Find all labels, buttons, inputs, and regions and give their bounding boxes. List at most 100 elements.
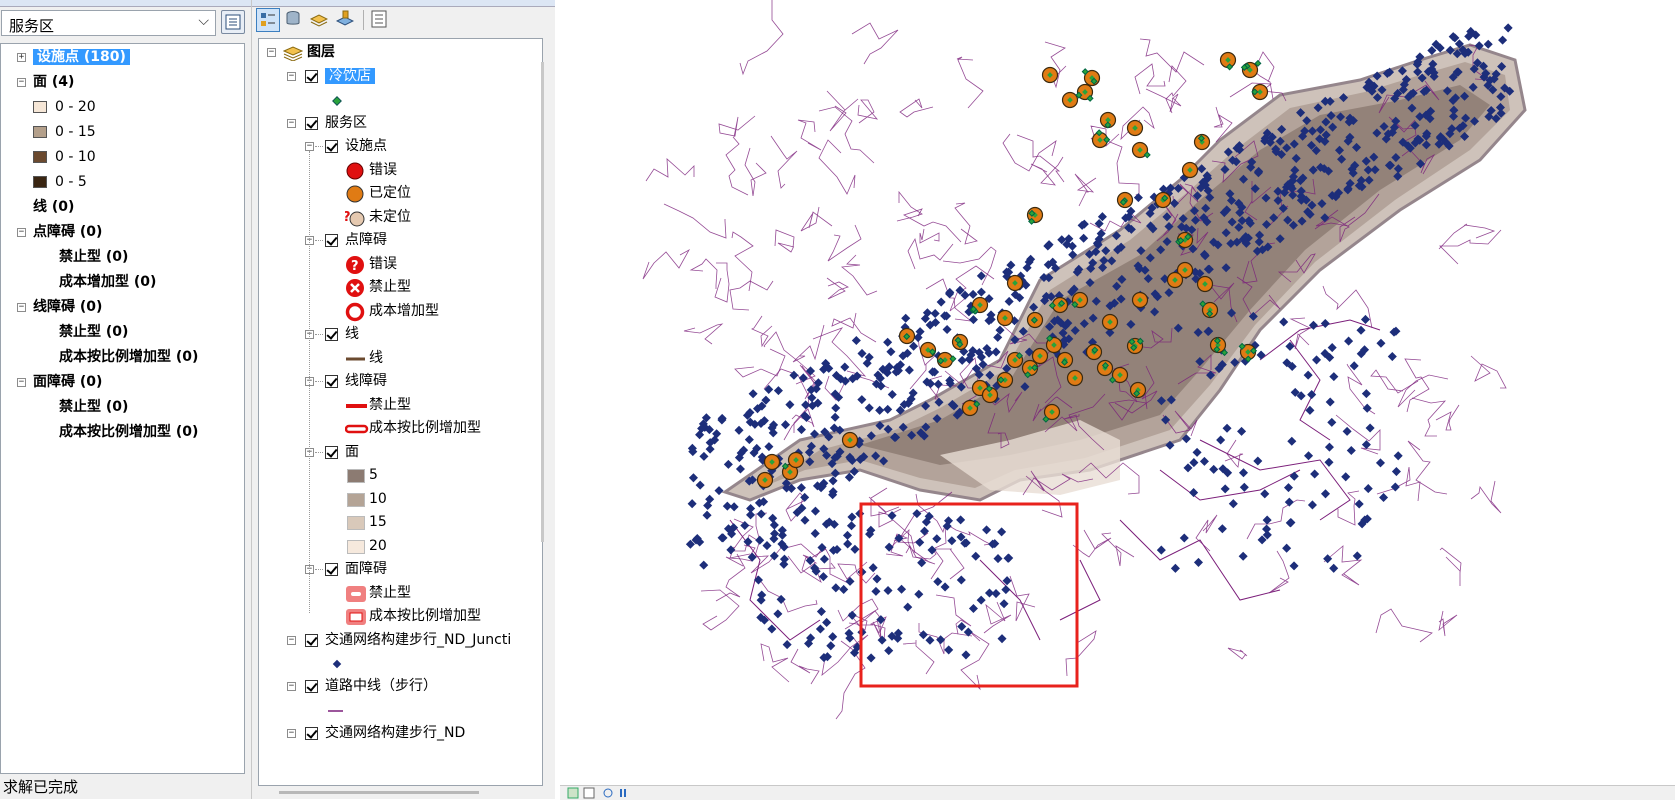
toc-sublayer-item[interactable]: 面障碍 (345, 558, 387, 580)
expand-toggle[interactable]: − (287, 682, 296, 691)
network-tree-item[interactable]: 线障碍 (0) (33, 296, 102, 318)
expand-toggle[interactable]: − (305, 142, 314, 151)
network-tree-item[interactable]: 面障碍 (0) (33, 371, 102, 393)
toc-sublayer-label: 设施点 (345, 138, 387, 154)
road-segment (851, 22, 899, 65)
network-tree-item[interactable]: 成本增加型 (0) (59, 271, 156, 293)
network-tree-item[interactable]: 0 - 20 (55, 96, 96, 118)
toolbar-separator (363, 10, 364, 30)
network-tree-item[interactable]: 禁止型 (0) (59, 396, 128, 418)
sublayer-visibility-checkbox[interactable] (325, 563, 338, 576)
expand-toggle[interactable]: − (17, 303, 26, 312)
junction-point (875, 405, 885, 415)
network-tree-item[interactable]: 点障碍 (0) (33, 221, 102, 243)
junction-point (968, 315, 978, 325)
sublayer-visibility-checkbox[interactable] (325, 140, 338, 153)
selection-icon (336, 10, 354, 26)
tree-connector (315, 451, 323, 453)
toc-layer-item[interactable]: 交通网络构建步行_ND_Juncti (325, 629, 511, 651)
toc-layer-item[interactable]: 冷饮店 (325, 65, 375, 87)
junction-point (942, 324, 952, 335)
junction-point (956, 515, 966, 525)
network-tree-item[interactable]: 成本按比例增加型 (0) (59, 346, 198, 368)
sublayer-visibility-checkbox[interactable] (325, 375, 338, 388)
road-segment (1407, 440, 1448, 495)
sublayer-visibility-checkbox[interactable] (325, 234, 338, 247)
network-tree-item[interactable]: 0 - 15 (55, 121, 96, 143)
network-tree-item[interactable]: 禁止型 (0) (59, 321, 128, 343)
network-tree-item-label: 成本按比例增加型 (0) (59, 424, 199, 440)
layer-visibility-checkbox[interactable] (305, 116, 318, 130)
road-segment (983, 601, 1012, 634)
toc-layer-label: 服务区 (325, 114, 367, 131)
expand-toggle[interactable]: − (17, 378, 26, 387)
network-tree-item[interactable]: 线 (0) (33, 196, 74, 218)
red-poly-hollow-icon (346, 609, 366, 625)
expand-toggle[interactable]: − (17, 78, 26, 87)
legend-class-label: 成本按比例增加型 (369, 608, 481, 624)
toc-sublayer-item[interactable]: 面 (345, 441, 359, 463)
network-tree-item[interactable]: 设施点 (180) (33, 46, 130, 68)
toc-horizontal-scrollbar[interactable] (279, 791, 479, 794)
toc-sublayer-item[interactable]: 点障碍 (345, 229, 387, 251)
expand-toggle[interactable]: + (17, 53, 26, 62)
toc-layer-item[interactable]: 道路中线（步行） (325, 675, 437, 697)
toc-root-label[interactable]: 图层 (307, 41, 335, 63)
legend-class-label: 5 (369, 467, 378, 483)
toc-sublayer-item[interactable]: 线障碍 (345, 370, 387, 392)
layer-visibility-checkbox[interactable] (305, 726, 318, 740)
junction-point (917, 558, 927, 568)
expand-toggle[interactable]: − (287, 72, 296, 81)
toc-sublayer-item[interactable]: 线 (345, 323, 359, 345)
layer-visibility-checkbox[interactable] (305, 680, 318, 693)
network-layer-dropdown[interactable]: 服务区 ⌵ (1, 10, 216, 36)
expand-toggle[interactable]: − (17, 228, 26, 237)
layer-visibility-checkbox[interactable] (305, 70, 318, 83)
red-question-icon: ? (346, 255, 364, 274)
junction-point (777, 525, 787, 535)
expand-toggle[interactable]: − (287, 635, 296, 645)
toc-layer-item[interactable]: 服务区 (325, 112, 367, 134)
road-segment (751, 315, 773, 348)
list-by-drawing-order-button[interactable] (256, 8, 280, 32)
expand-toggle[interactable]: − (287, 728, 296, 738)
toc-layer-item[interactable]: 交通网络构建步行_ND (325, 722, 465, 744)
network-tree-item[interactable]: 0 - 10 (55, 146, 96, 168)
toc-vertical-scrollbar[interactable] (541, 62, 544, 542)
map-view[interactable] (560, 0, 1675, 785)
chevron-down-icon[interactable]: ⌵ (198, 13, 209, 29)
list-by-selection-button[interactable] (334, 8, 358, 32)
road-segment (1439, 229, 1502, 265)
list-by-source-button[interactable] (282, 8, 306, 32)
network-tree-item[interactable]: 禁止型 (0) (59, 246, 128, 268)
sublayer-visibility-checkbox[interactable] (325, 445, 338, 459)
toc-sublayer-item[interactable]: 设施点 (345, 135, 387, 157)
junction-point (1354, 499, 1364, 509)
junction-point (1199, 456, 1209, 466)
legend-class-label: 错误 (369, 161, 397, 178)
junction-point (826, 641, 836, 651)
junction-point (883, 337, 893, 347)
expand-toggle[interactable]: − (267, 48, 276, 57)
expand-toggle[interactable]: − (287, 118, 296, 128)
options-button[interactable] (368, 8, 392, 32)
junction-point (1352, 551, 1362, 561)
network-tree-item-label: 0 - 10 (55, 149, 96, 165)
junction-point (843, 539, 853, 549)
properties-button[interactable] (221, 10, 245, 34)
map-view-buttons[interactable] (560, 786, 640, 800)
junction-point (1365, 423, 1375, 433)
list-by-visibility-button[interactable] (308, 8, 332, 32)
junction-point (735, 464, 745, 474)
layer-visibility-checkbox[interactable] (305, 633, 318, 647)
legend-class-label: 错误 (369, 255, 397, 272)
junction-point (782, 640, 792, 650)
junction-point (1287, 436, 1297, 446)
sublayer-visibility-checkbox[interactable] (325, 328, 338, 341)
junction-point (768, 513, 778, 523)
network-tree-item[interactable]: 成本按比例增加型 (0) (59, 421, 198, 443)
network-tree-item[interactable]: 面 (4) (33, 71, 74, 93)
junction-point (1393, 451, 1403, 461)
network-tree-item[interactable]: 0 - 5 (55, 171, 87, 193)
service-area-map[interactable] (560, 0, 1675, 785)
